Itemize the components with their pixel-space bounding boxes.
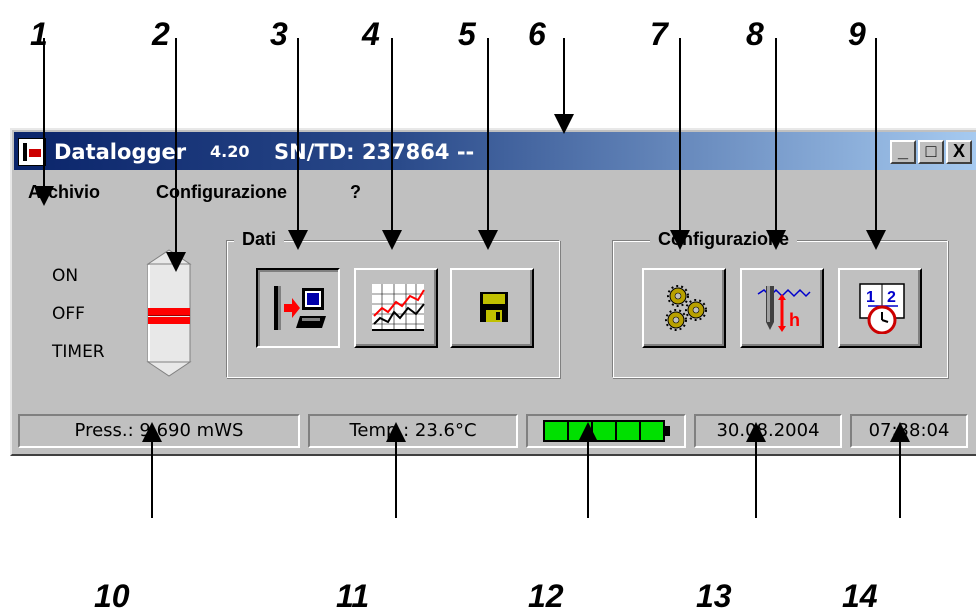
schedule-timer-button[interactable]: 1 2 <box>838 268 922 348</box>
maximize-button[interactable]: □ <box>918 140 944 164</box>
callout-13: 13 <box>696 578 732 614</box>
floppy-save-icon <box>480 292 508 322</box>
date-status: 30.08.2004 <box>694 414 842 448</box>
menu-configurazione[interactable]: Configurazione <box>156 182 287 203</box>
callout-6: 6 <box>528 16 546 52</box>
callout-4: 4 <box>362 16 380 52</box>
battery-segment <box>545 422 567 440</box>
chart-graph-icon <box>372 284 425 331</box>
temperature-status: Temp.: 23.6°C <box>308 414 518 448</box>
calendar-clock-icon: 1 2 <box>859 283 905 334</box>
save-data-button[interactable] <box>450 268 534 348</box>
window-title: Datalogger <box>54 140 187 164</box>
time-status: 07:38:04 <box>850 414 968 448</box>
mode-label-on: ON <box>52 266 79 286</box>
battery-segment <box>641 422 663 440</box>
chart-view-button[interactable] <box>354 268 438 348</box>
callout-9: 9 <box>848 16 866 52</box>
battery-icon <box>543 420 670 442</box>
serial-number-label: SN/TD: 237864 -- <box>274 140 475 164</box>
battery-segment <box>593 422 615 440</box>
status-bar: Press.: 9.690 mWS Temp.: 23.6°C 30.08.20… <box>14 408 976 454</box>
callout-11: 11 <box>336 578 370 614</box>
settings-button[interactable] <box>642 268 726 348</box>
probe-level-button[interactable]: h <box>740 268 824 348</box>
callout-7: 7 <box>650 16 668 52</box>
probe-level-icon: h <box>757 286 811 332</box>
menu-archivio[interactable]: Archivio <box>28 182 100 203</box>
minimize-button[interactable]: _ <box>890 140 916 164</box>
svg-text:2: 2 <box>887 289 896 306</box>
mode-switch-slider[interactable] <box>142 248 196 384</box>
battery-tip <box>665 426 670 436</box>
pressure-status: Press.: 9.690 mWS <box>18 414 300 448</box>
battery-segment <box>569 422 591 440</box>
callout-8: 8 <box>746 16 764 52</box>
callout-2: 2 <box>152 16 170 52</box>
callout-10: 10 <box>94 578 130 614</box>
close-button[interactable]: X <box>946 140 972 164</box>
datalogger-app-icon[interactable] <box>18 138 46 166</box>
datalogger-window: Datalogger 4.20 SN/TD: 237864 -- _ □ X A… <box>10 128 976 456</box>
menu-bar: Archivio Configurazione ? <box>14 172 976 212</box>
group-dati-title: Dati <box>234 229 285 250</box>
battery-status <box>526 414 686 448</box>
menu-help[interactable]: ? <box>350 182 361 203</box>
callout-5: 5 <box>458 16 476 52</box>
mode-label-timer: TIMER <box>52 342 105 362</box>
download-to-pc-icon <box>274 286 326 330</box>
version-label: 4.20 <box>210 142 250 161</box>
battery-segment <box>617 422 639 440</box>
callout-12: 12 <box>528 578 564 614</box>
group-configurazione-title: Configurazione <box>650 229 797 250</box>
title-bar[interactable]: Datalogger 4.20 SN/TD: 237864 -- _ □ X <box>14 132 976 170</box>
svg-text:h: h <box>789 310 800 330</box>
callout-1: 1 <box>30 16 48 52</box>
svg-text:1: 1 <box>866 289 875 306</box>
callout-14: 14 <box>842 578 878 614</box>
mode-label-off: OFF <box>52 304 85 324</box>
callout-3: 3 <box>270 16 288 52</box>
download-data-button[interactable] <box>256 268 340 348</box>
gears-settings-icon <box>665 285 707 331</box>
